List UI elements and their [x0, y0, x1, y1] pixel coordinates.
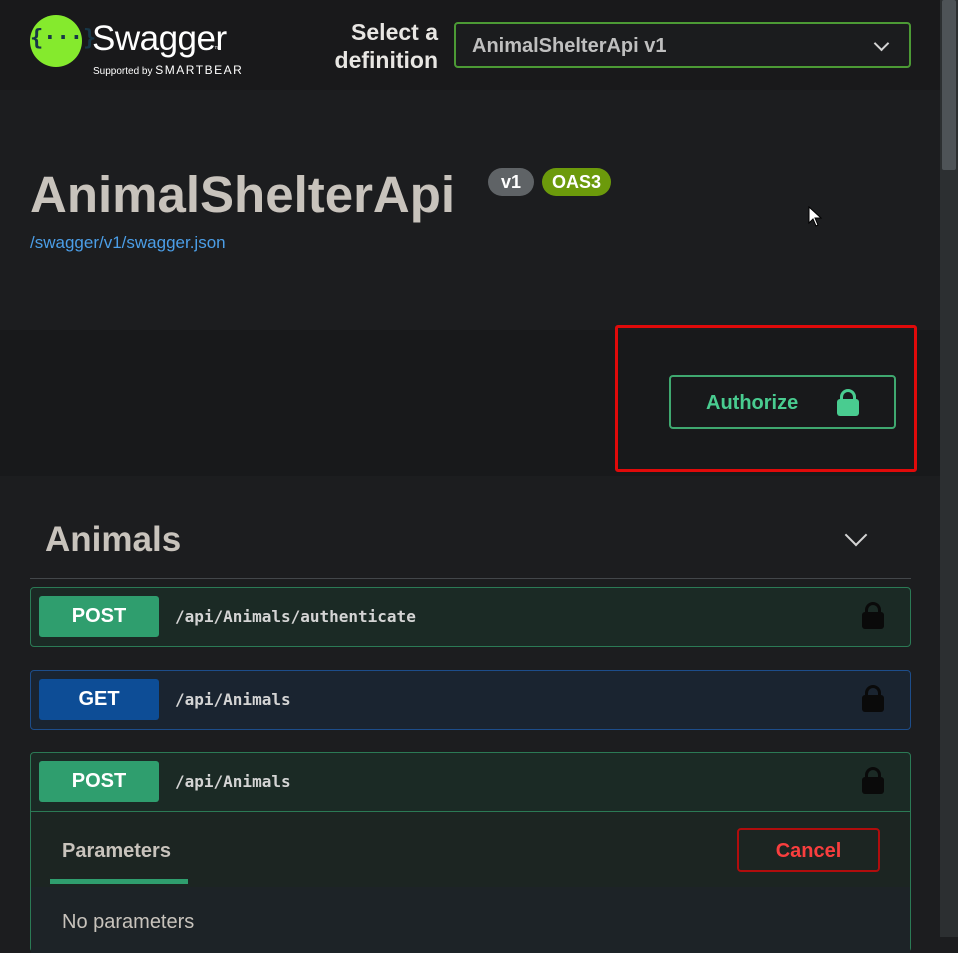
scrollbar-thumb[interactable]	[942, 0, 956, 170]
tag-divider	[30, 578, 911, 579]
lock-icon[interactable]	[862, 767, 884, 794]
operation-path: /api/Animals	[175, 772, 291, 791]
oas-badge: OAS3	[542, 168, 611, 196]
definition-selected-value: AnimalShelterApi v1	[472, 35, 667, 57]
chevron-down-icon[interactable]	[844, 523, 868, 547]
operation-post-authenticate[interactable]: POST /api/Animals/authenticate	[30, 587, 911, 647]
version-badge: v1	[488, 168, 534, 196]
tab-parameters[interactable]: Parameters	[62, 840, 171, 863]
definition-label: Select a definition	[334, 19, 438, 73]
definition-select[interactable]: AnimalShelterApi v1	[454, 22, 911, 68]
no-parameters-text: No parameters	[62, 911, 195, 933]
spec-link[interactable]: /swagger/v1/swagger.json	[30, 233, 226, 253]
tag-title[interactable]: Animals	[45, 520, 181, 560]
lock-icon[interactable]	[862, 602, 884, 629]
swagger-logo-icon: {···}	[30, 15, 96, 67]
supported-by-text: Supported by	[93, 66, 153, 77]
highlight-box	[615, 325, 917, 472]
mouse-cursor-icon	[808, 206, 823, 227]
smartbear-text: SMARTBEAR	[155, 63, 244, 77]
cancel-button[interactable]: Cancel	[737, 828, 880, 872]
logo-name: Swagger	[92, 19, 227, 58]
parameters-header: Parameters Cancel	[31, 812, 910, 887]
topbar: {···} Swagger ™ Supported by SMARTBEAR S…	[0, 0, 940, 90]
method-badge: GET	[39, 679, 159, 720]
swagger-logo[interactable]: {···} Swagger ™ Supported by SMARTBEAR	[30, 15, 260, 77]
operation-post-animals[interactable]: POST /api/Animals Parameters Cancel No p…	[30, 752, 911, 953]
operation-get-animals[interactable]: GET /api/Animals	[30, 670, 911, 730]
method-badge: POST	[39, 761, 159, 802]
api-title: AnimalShelterApi	[30, 166, 456, 223]
operation-path: /api/Animals	[175, 690, 291, 709]
operation-body: Parameters Cancel No parameters	[31, 811, 910, 953]
logo-supported-by: Supported by SMARTBEAR	[93, 63, 243, 77]
operation-path: /api/Animals/authenticate	[175, 607, 416, 626]
lock-icon[interactable]	[862, 685, 884, 712]
logo-trademark: ™	[214, 46, 221, 53]
chevron-down-icon	[873, 35, 890, 52]
tab-underline	[50, 879, 188, 884]
method-badge: POST	[39, 596, 159, 637]
